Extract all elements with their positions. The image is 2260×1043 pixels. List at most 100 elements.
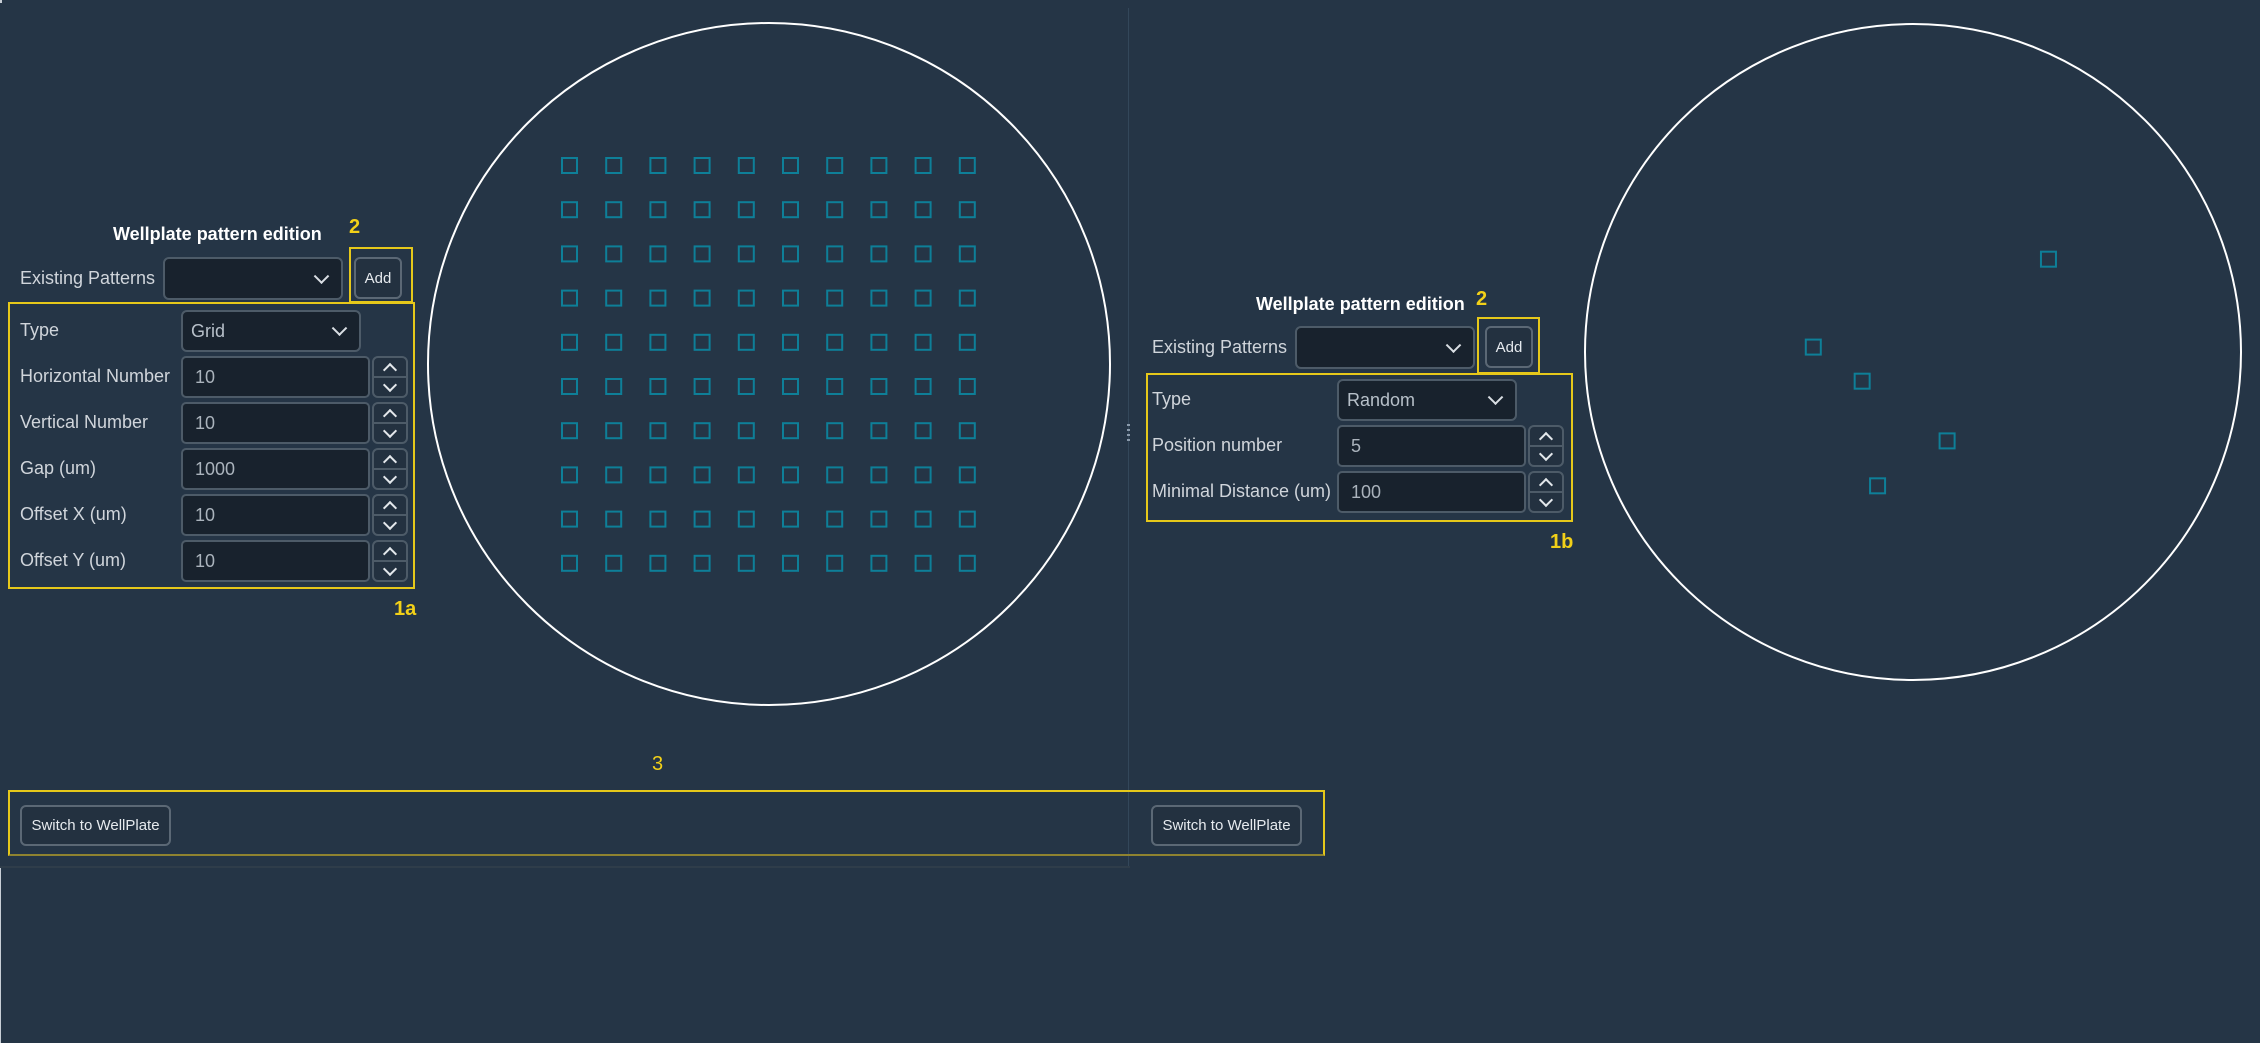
number-input[interactable]: 10: [181, 402, 370, 444]
right-editor-title: Wellplate pattern edition: [1256, 294, 1465, 314]
well-position: [958, 201, 976, 219]
spin-down-button[interactable]: [374, 469, 406, 488]
right-switch-to-wellplate-button[interactable]: Switch to WellPlate: [1151, 805, 1302, 846]
well-position: [826, 466, 844, 484]
well-position: [826, 157, 844, 174]
left-type-combo[interactable]: Grid: [181, 310, 361, 352]
well-position: [958, 245, 976, 263]
well-position: [649, 245, 667, 263]
well-position: [870, 510, 888, 528]
chevron-up-icon: [382, 500, 398, 516]
right-add-button[interactable]: Add: [1485, 326, 1533, 368]
number-input[interactable]: 5: [1337, 425, 1526, 467]
number-input[interactable]: 10: [181, 356, 370, 398]
well-position: [958, 333, 976, 351]
well-position: [605, 466, 623, 484]
right-wellplate-outline: [1584, 23, 2242, 681]
well-position: [958, 466, 976, 484]
well-position: [561, 157, 578, 174]
spin-down-button[interactable]: [374, 423, 406, 442]
well-position: [693, 333, 711, 351]
number-input[interactable]: 100: [1337, 471, 1526, 513]
well-position: [561, 422, 578, 440]
well-position: [605, 422, 623, 440]
well-position: [561, 289, 578, 307]
well-position: [782, 378, 799, 395]
chevron-down-icon: [382, 561, 398, 577]
well-position: [605, 378, 623, 395]
well-position: [1869, 477, 1887, 495]
well-position: [737, 201, 755, 219]
chevron-down-icon: [1538, 492, 1554, 508]
well-position: [914, 466, 932, 484]
spin-up-button[interactable]: [374, 404, 406, 424]
number-input-value: 100: [1351, 481, 1382, 502]
well-position: [870, 289, 888, 307]
chevron-down-icon: [313, 267, 330, 284]
well-position: [561, 378, 578, 395]
number-input-value: 10: [195, 550, 216, 571]
left-switch-to-wellplate-button[interactable]: Switch to WellPlate: [20, 805, 171, 846]
well-position: [958, 157, 976, 174]
number-input[interactable]: 10: [181, 540, 370, 582]
left-add-button[interactable]: Add: [354, 257, 402, 299]
well-position: [561, 333, 578, 351]
number-input[interactable]: 10: [181, 494, 370, 536]
well-position: [782, 510, 799, 528]
well-position: [826, 333, 844, 351]
well-position: [958, 510, 976, 528]
well-position: [782, 245, 799, 263]
right-well-positions: [1804, 250, 2057, 495]
number-input[interactable]: 1000: [181, 448, 370, 490]
spin-up-button[interactable]: [1530, 427, 1562, 447]
well-position: [958, 289, 976, 307]
well-position: [649, 510, 667, 528]
spin-up-button[interactable]: [374, 450, 406, 470]
spin-down-button[interactable]: [374, 515, 406, 534]
well-position: [693, 378, 711, 395]
bottom-annotation: 3: [652, 753, 664, 775]
well-position: [870, 422, 888, 440]
left-existing-patterns-combo[interactable]: [163, 257, 343, 300]
spin-up-button[interactable]: [374, 496, 406, 516]
spin-down-button[interactable]: [1530, 492, 1562, 511]
left-form-annotation: 1a: [394, 598, 417, 620]
left-editor-title: Wellplate pattern edition: [113, 224, 322, 244]
well-position: [737, 422, 755, 440]
well-position: [914, 289, 932, 307]
well-position: [737, 333, 755, 351]
right-existing-patterns-combo[interactable]: [1295, 326, 1475, 369]
well-position: [605, 554, 623, 572]
spin-up-button[interactable]: [374, 358, 406, 378]
well-position: [605, 245, 623, 263]
spin-down-button[interactable]: [374, 561, 406, 580]
well-position: [782, 157, 799, 174]
well-position: [737, 157, 755, 174]
well-position: [826, 245, 844, 263]
well-position: [561, 466, 578, 484]
well-position: [914, 554, 932, 572]
well-position: [914, 378, 932, 395]
well-position: [782, 289, 799, 307]
well-position: [693, 201, 711, 219]
spin-down-button[interactable]: [1530, 446, 1562, 465]
well-position: [870, 466, 888, 484]
right-type-combo[interactable]: Random: [1337, 379, 1517, 421]
spin-down-button[interactable]: [374, 377, 406, 396]
spin-buttons: [372, 540, 408, 582]
well-position: [737, 378, 755, 395]
well-position: [605, 157, 623, 174]
well-position: [782, 422, 799, 440]
well-position: [914, 510, 932, 528]
spin-up-button[interactable]: [374, 542, 406, 562]
chevron-down-icon: [1538, 446, 1554, 462]
spin-up-button[interactable]: [1530, 473, 1562, 493]
well-position: [958, 422, 976, 440]
well-position: [693, 289, 711, 307]
well-position: [958, 378, 976, 395]
left-existing-patterns-label: Existing Patterns: [20, 268, 156, 288]
well-position: [914, 157, 932, 174]
well-position: [649, 422, 667, 440]
chevron-up-icon: [382, 454, 398, 470]
chevron-up-icon: [382, 546, 398, 562]
